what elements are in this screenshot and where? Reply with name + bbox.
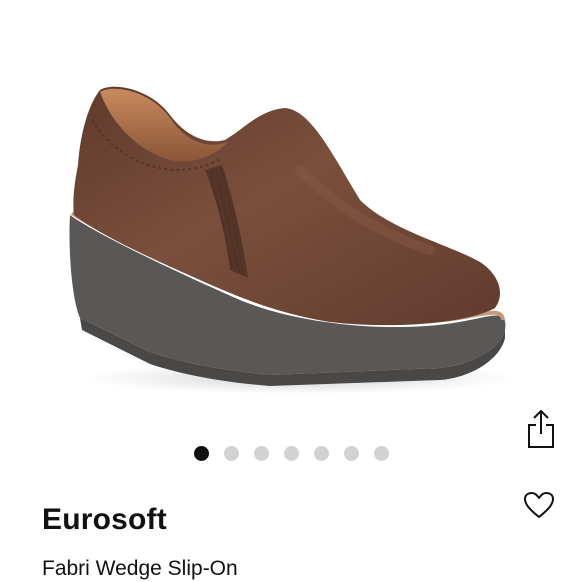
carousel-dot-6[interactable] <box>344 445 359 461</box>
brand-name[interactable]: Eurosoft <box>42 500 167 540</box>
heart-icon <box>524 492 554 518</box>
carousel-dot-4[interactable] <box>284 445 299 461</box>
share-button[interactable] <box>520 405 562 453</box>
carousel-dot-5[interactable] <box>314 445 329 461</box>
product-image[interactable] <box>0 0 580 430</box>
carousel-dot-7[interactable] <box>374 445 389 461</box>
image-carousel-dots <box>194 445 389 461</box>
carousel-dot-3[interactable] <box>254 445 269 461</box>
favorite-button[interactable] <box>518 484 560 526</box>
share-icon <box>528 410 554 448</box>
carousel-dot-2[interactable] <box>224 445 239 461</box>
carousel-dot-1[interactable] <box>194 445 209 461</box>
product-name: Fabri Wedge Slip-On <box>42 557 238 580</box>
